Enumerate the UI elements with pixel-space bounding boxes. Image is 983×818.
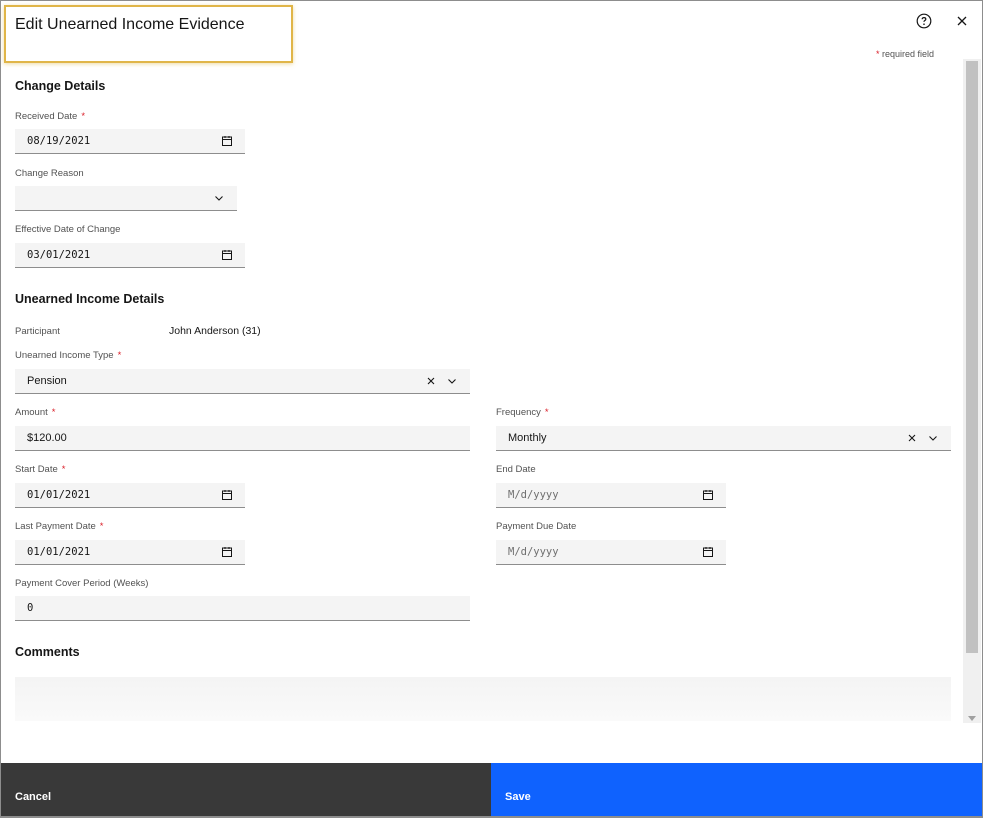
start-date-label: Start Date *: [15, 464, 65, 475]
section-title-comments: Comments: [15, 645, 80, 659]
calendar-icon[interactable]: [702, 489, 714, 501]
start-date-input[interactable]: 01/01/2021: [15, 483, 245, 508]
required-star: *: [544, 407, 549, 418]
income-type-select[interactable]: Pension: [15, 369, 470, 394]
frequency-label-text: Frequency: [496, 407, 541, 418]
chevron-down-icon: [929, 436, 937, 441]
vertical-scrollbar[interactable]: [963, 59, 981, 723]
required-star: *: [117, 350, 122, 361]
participant-value: John Anderson (31): [169, 325, 261, 337]
frequency-select[interactable]: Monthly: [496, 426, 951, 451]
section-title-unearned-income-details: Unearned Income Details: [15, 292, 165, 306]
effective-date-value: 03/01/2021: [27, 249, 91, 261]
chevron-down-icon: [215, 196, 223, 201]
title-highlight-box: [4, 5, 293, 63]
save-button[interactable]: Save: [491, 763, 982, 817]
last-payment-date-input[interactable]: 01/01/2021: [15, 540, 245, 565]
effective-date-input[interactable]: 03/01/2021: [15, 243, 245, 268]
required-star: *: [876, 49, 880, 59]
comments-textarea[interactable]: [15, 677, 951, 721]
received-date-label: Received Date *: [15, 111, 85, 122]
calendar-icon[interactable]: [221, 135, 233, 147]
edit-evidence-modal: Edit Unearned Income Evidence * required…: [0, 0, 983, 818]
payment-cover-period-value: 0: [27, 602, 34, 614]
cancel-button[interactable]: Cancel: [1, 763, 491, 817]
required-star: *: [61, 464, 66, 475]
required-field-text: required field: [882, 49, 935, 59]
change-reason-select[interactable]: [15, 186, 237, 211]
payment-cover-period-input[interactable]: 0: [15, 596, 470, 621]
payment-due-date-input[interactable]: M/d/yyyy: [496, 540, 726, 565]
income-type-label: Unearned Income Type *: [15, 350, 121, 361]
income-type-label-text: Unearned Income Type: [15, 350, 114, 361]
required-star: *: [99, 521, 104, 532]
scrollbar-thumb[interactable]: [966, 61, 978, 653]
end-date-placeholder: M/d/yyyy: [508, 489, 559, 501]
start-date-label-text: Start Date: [15, 464, 58, 475]
last-payment-date-value: 01/01/2021: [27, 546, 91, 558]
end-date-label: End Date: [496, 464, 536, 475]
scroll-down-arrow-icon[interactable]: [968, 716, 976, 721]
dialog-footer: Cancel Save: [1, 763, 982, 817]
amount-label-text: Amount: [15, 407, 48, 418]
section-title-change-details: Change Details: [15, 79, 106, 93]
required-star: *: [51, 407, 56, 418]
calendar-icon[interactable]: [221, 489, 233, 501]
clear-x-icon[interactable]: [426, 376, 436, 386]
required-star: *: [81, 111, 86, 122]
start-date-value: 01/01/2021: [27, 489, 91, 501]
required-field-note: * required field: [876, 49, 934, 59]
received-date-input[interactable]: 08/19/2021: [15, 129, 245, 154]
frequency-label: Frequency *: [496, 407, 549, 418]
calendar-icon[interactable]: [221, 546, 233, 558]
change-reason-label: Change Reason: [15, 168, 84, 179]
help-circle-icon[interactable]: [916, 13, 932, 29]
calendar-icon[interactable]: [221, 249, 233, 261]
chevron-down-icon: [448, 379, 456, 384]
end-date-input[interactable]: M/d/yyyy: [496, 483, 726, 508]
payment-cover-period-label: Payment Cover Period (Weeks): [15, 578, 149, 589]
clear-x-icon[interactable]: [907, 433, 917, 443]
received-date-value: 08/19/2021: [27, 135, 91, 147]
calendar-icon[interactable]: [702, 546, 714, 558]
effective-date-label: Effective Date of Change: [15, 224, 121, 235]
last-payment-date-label: Last Payment Date *: [15, 521, 104, 532]
amount-input[interactable]: $120.00: [15, 426, 470, 451]
amount-value: $120.00: [27, 432, 67, 444]
payment-due-date-placeholder: M/d/yyyy: [508, 546, 559, 558]
amount-label: Amount *: [15, 407, 55, 418]
participant-label: Participant: [15, 326, 60, 337]
close-icon[interactable]: [954, 13, 970, 29]
last-payment-date-label-text: Last Payment Date: [15, 521, 96, 532]
income-type-value: Pension: [27, 375, 67, 387]
dialog-content: Change Details Received Date * 08/19/2021…: [1, 63, 963, 721]
received-date-label-text: Received Date: [15, 111, 78, 122]
frequency-value: Monthly: [508, 432, 547, 444]
payment-due-date-label: Payment Due Date: [496, 521, 577, 532]
dialog-title: Edit Unearned Income Evidence: [15, 16, 245, 33]
